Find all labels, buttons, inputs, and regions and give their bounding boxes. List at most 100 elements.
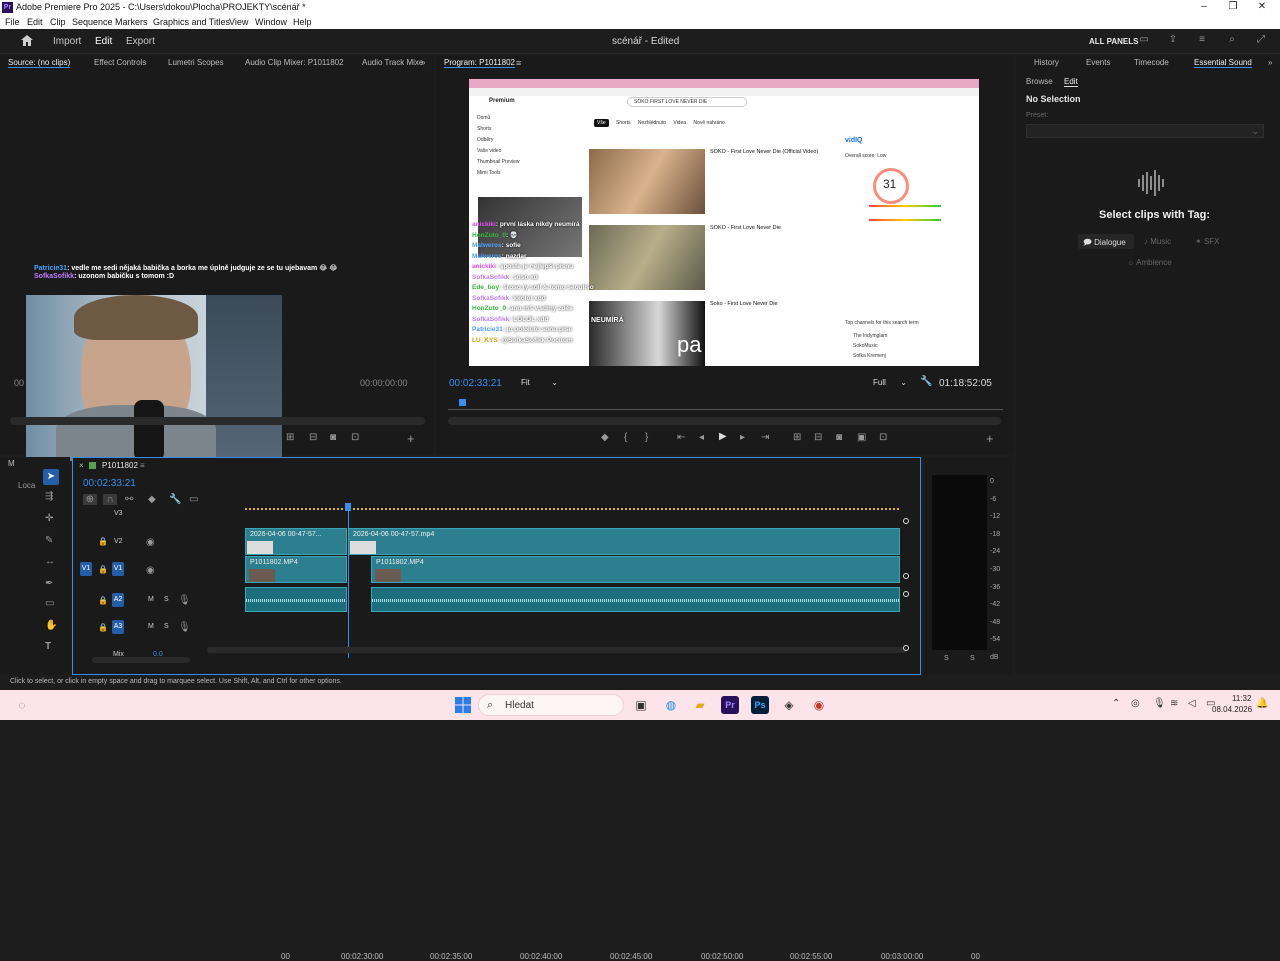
nav-export[interactable]: Export [126, 36, 155, 47]
mute-button[interactable]: M [148, 623, 154, 630]
share-icon[interactable]: ⇪ [1166, 34, 1180, 45]
lock-icon[interactable]: 🔒 [98, 537, 108, 546]
add-button-icon[interactable]: + [986, 431, 994, 446]
wrench-icon[interactable]: 🔧 [920, 376, 932, 387]
vr-icon[interactable]: ⊡ [879, 432, 887, 443]
add-marker-icon[interactable]: ◆ [148, 494, 156, 505]
chrome-icon[interactable]: ◉ [810, 696, 828, 714]
menu-edit[interactable]: Edit [27, 17, 43, 27]
menu-window[interactable]: Window [255, 17, 287, 27]
solo-left[interactable]: S [944, 655, 949, 662]
vscroll-handle[interactable] [903, 518, 909, 524]
photoshop-icon[interactable]: Ps [751, 696, 769, 714]
tag-ambience-button[interactable]: ☼ Ambience [1124, 255, 1186, 270]
tab-lumetri-scopes[interactable]: Lumetri Scopes [168, 58, 224, 67]
taskbar-search[interactable]: ⌕ Hledat [478, 694, 624, 716]
sequence-tab[interactable]: P1011802 [102, 461, 138, 470]
nav-edit[interactable]: Edit [95, 36, 112, 47]
panel-layout-icon[interactable]: ▭ [1137, 34, 1151, 45]
solo-button[interactable]: S [164, 623, 169, 630]
preset-dropdown[interactable]: ⌄ [1026, 124, 1264, 138]
hand-tool-icon[interactable]: ✋ [45, 620, 57, 631]
timeline-zoom-bar[interactable] [92, 657, 190, 663]
lock-icon[interactable]: 🔒 [98, 565, 108, 574]
insert-icon[interactable]: ⊞ [286, 432, 294, 443]
mark-out-icon[interactable]: } [645, 432, 648, 443]
tab-audio-track-mixer[interactable]: Audio Track Mixe [362, 58, 423, 67]
timeline-current-time[interactable]: 00:02:33:21 [83, 478, 136, 489]
track-a3-target[interactable]: A3 [112, 620, 124, 634]
microphone-icon[interactable]: 🎙 [178, 622, 191, 633]
extract-icon[interactable]: ⊟ [814, 432, 822, 443]
program-playhead[interactable] [459, 399, 466, 406]
razor-icon[interactable]: ✎ [45, 535, 53, 546]
microphone-icon[interactable]: 🎙 [1153, 698, 1166, 709]
tab-essential-sound[interactable]: Essential Sound [1194, 58, 1252, 68]
notification-icon[interactable]: 🔔 [1256, 698, 1268, 709]
tag-music-button[interactable]: ♪ Music [1141, 234, 1183, 249]
nest-icon[interactable]: ⊕ [83, 494, 97, 505]
all-panels-label[interactable]: ALL PANELS [1089, 37, 1138, 46]
quality-dropdown[interactable]: Full ⌄ [869, 375, 911, 390]
overwrite-icon[interactable]: ⊟ [309, 432, 317, 443]
wifi-icon[interactable]: ≋ [1170, 698, 1178, 709]
menu-clip[interactable]: Clip [50, 17, 66, 27]
step-forward-icon[interactable]: ▸ [740, 432, 745, 443]
type-tool-icon[interactable]: T [45, 641, 51, 652]
app-icon-generic[interactable]: ◈ [780, 696, 798, 714]
track-select-icon[interactable]: ⇶ [45, 491, 53, 502]
clip-v2-a[interactable]: 2026-04-06 00-47-57... [245, 528, 347, 555]
export-frame-icon[interactable]: ◙ [836, 432, 842, 443]
tag-dialogue-button[interactable]: 🗩 Dialogue [1078, 234, 1134, 249]
mark-in-icon[interactable]: { [624, 432, 627, 443]
tray-chevron-icon[interactable]: ⌃ [1112, 698, 1120, 709]
tab-events[interactable]: Events [1086, 58, 1110, 67]
ripple-edit-icon[interactable]: ✛ [45, 513, 53, 524]
vscroll-handle[interactable] [903, 591, 909, 597]
go-to-out-icon[interactable]: ⇥ [761, 432, 769, 443]
taskbar-time[interactable]: 11:32 [1232, 694, 1251, 703]
solo-button[interactable]: S [164, 596, 169, 603]
lock-icon[interactable]: 🔒 [98, 596, 108, 605]
comparison-view-icon[interactable]: ▣ [857, 432, 866, 443]
menu-view[interactable]: View [229, 17, 248, 27]
solo-right[interactable]: S [970, 655, 975, 662]
menu-graphics[interactable]: Graphics and Titles [153, 17, 230, 27]
program-current-time[interactable]: 00:02:33:21 [449, 378, 502, 389]
fullscreen-icon[interactable]: ⤢ [1254, 34, 1268, 45]
tray-app-icon[interactable]: ◎ [1131, 698, 1140, 709]
tabs-overflow-icon[interactable]: » [421, 58, 425, 67]
tabs-overflow-icon[interactable]: » [1268, 58, 1272, 67]
menu-file[interactable]: File [5, 17, 20, 27]
menu-help[interactable]: Help [293, 17, 312, 27]
button-editor-icon[interactable]: ⊡ [351, 432, 359, 443]
vscroll-handle[interactable] [903, 573, 909, 579]
clip-v1-a[interactable]: P1011802.MP4 [245, 556, 347, 583]
windows-start-icon[interactable] [455, 697, 471, 713]
menu-markers[interactable]: Markers [115, 17, 148, 27]
fit-dropdown[interactable]: Fit ⌄ [517, 375, 562, 390]
taskbar-date[interactable]: 08.04.2026 [1212, 705, 1252, 714]
audio-clip-a2-a[interactable] [245, 587, 347, 612]
clip-v1-b[interactable]: P1011802.MP4 [371, 556, 900, 583]
maximize-icon[interactable]: ❐ [1226, 1, 1240, 13]
search-icon[interactable]: ⌕ [1225, 34, 1239, 45]
timeline-settings-icon[interactable]: 🔧 [169, 494, 181, 505]
snap-icon[interactable]: ∩ [103, 494, 117, 505]
microphone-icon[interactable]: 🎙 [178, 595, 191, 606]
eye-icon[interactable]: ◉ [146, 537, 155, 548]
marker-icon[interactable]: ◆ [601, 432, 609, 443]
close-icon[interactable]: ✕ [1255, 1, 1269, 13]
file-explorer-icon[interactable]: ▰ [691, 696, 709, 714]
play-icon[interactable]: ▶ [719, 431, 727, 442]
volume-icon[interactable]: ◁ [1188, 698, 1196, 709]
edge-icon[interactable]: ◍ [662, 696, 680, 714]
work-area-bar[interactable] [245, 508, 900, 510]
widgets-icon[interactable]: ◌ [13, 696, 31, 714]
lock-icon[interactable]: 🔒 [98, 623, 108, 632]
close-sequence-icon[interactable]: × [79, 461, 84, 470]
selection-tool-icon[interactable]: ➤ [43, 469, 59, 485]
tab-program[interactable]: Program: P1011802 [444, 58, 516, 68]
program-ruler[interactable] [448, 398, 1003, 410]
track-a2-target[interactable]: A2 [112, 593, 124, 607]
